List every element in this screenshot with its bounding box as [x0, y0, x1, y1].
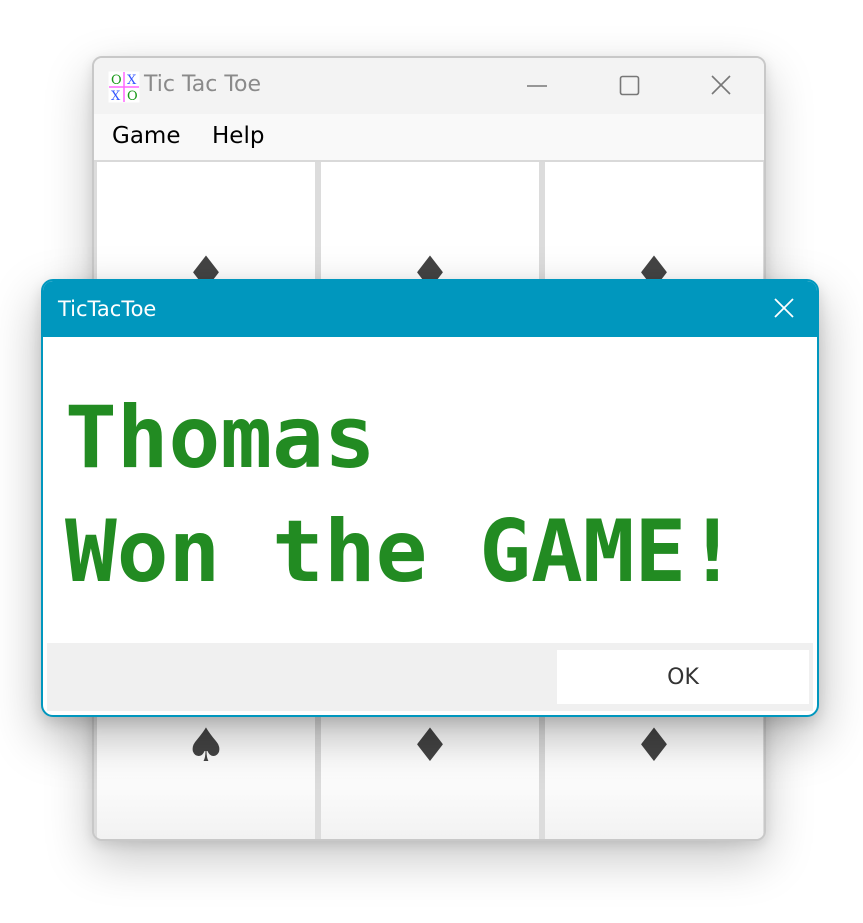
svg-text:X: X — [111, 89, 121, 103]
svg-text:O: O — [127, 89, 138, 103]
dialog-footer: OK — [47, 643, 813, 711]
minimize-button[interactable] — [502, 66, 572, 106]
dialog-titlebar[interactable]: TicTacToe — [43, 281, 817, 337]
maximize-button[interactable] — [594, 66, 664, 106]
svg-text:X: X — [127, 73, 137, 88]
menu-bar: Game Help — [94, 114, 764, 162]
ok-button[interactable]: OK — [557, 650, 809, 704]
dialog-close-button[interactable] — [759, 289, 809, 329]
diamond-icon: ♦ — [409, 718, 451, 772]
window-titlebar[interactable]: O X X O Tic Tac Toe — [94, 58, 764, 114]
maximize-icon — [619, 75, 640, 96]
dialog-title: TicTacToe — [58, 297, 157, 321]
menu-game[interactable]: Game — [112, 123, 180, 149]
window-title: Tic Tac Toe — [144, 72, 262, 97]
close-icon — [774, 298, 794, 318]
svg-text:O: O — [111, 73, 122, 88]
tic-tac-toe-icon: O X X O — [108, 71, 140, 104]
close-button[interactable] — [686, 66, 756, 106]
spade-icon: ♠ — [185, 718, 227, 772]
close-icon — [711, 75, 731, 95]
win-message: Won the GAME! — [65, 502, 739, 602]
game-result-dialog: TicTacToe Thomas Won the GAME! OK — [41, 279, 819, 717]
dialog-body: Thomas Won the GAME! — [43, 337, 817, 643]
desktop: O X X O Tic Tac Toe Game Help ♦ ♦ ♦ ♠ ♦ … — [0, 0, 863, 923]
menu-help[interactable]: Help — [212, 123, 264, 149]
minimize-icon — [527, 85, 547, 87]
diamond-icon: ♦ — [633, 718, 675, 772]
winner-name: Thomas — [65, 388, 376, 488]
